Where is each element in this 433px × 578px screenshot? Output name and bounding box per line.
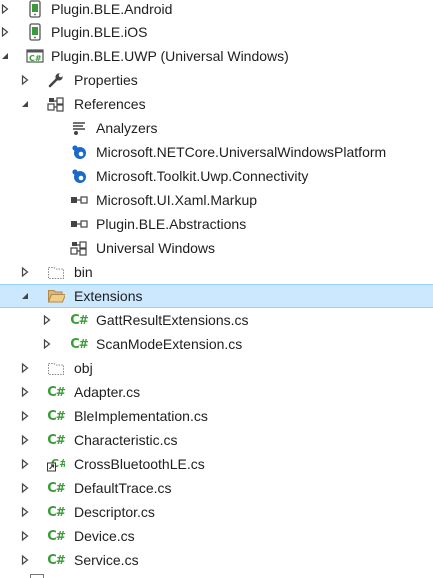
tree-node-gatt-result-extensions-file[interactable]: C # GattResultExtensions.cs [0, 308, 433, 332]
tree-node-plugin-ble-uwp[interactable]: C# Plugin.BLE.UWP (Universal Windows) [0, 44, 433, 68]
tree-node-extensions-folder[interactable]: Extensions [0, 284, 433, 308]
tree-node-label: Properties [74, 72, 138, 88]
nuget-package-icon [70, 143, 88, 161]
tree-node-plugin-ble-abstractions-reference[interactable]: Plugin.BLE.Abstractions [0, 212, 433, 236]
tree-node-scan-mode-extension-file[interactable]: C # ScanModeExtension.cs [0, 332, 433, 356]
tree-node-label: Microsoft.NETCore.UniversalWindowsPlatfo… [96, 144, 387, 160]
tree-node-label: Characteristic.cs [74, 432, 178, 448]
expand-collapsed-icon[interactable] [20, 404, 30, 428]
tree-node-toolkit-connectivity-package[interactable]: Microsoft.Toolkit.Uwp.Connectivity [0, 164, 433, 188]
csharp-file-icon: C # [70, 312, 89, 328]
expand-collapsed-icon[interactable] [20, 524, 30, 548]
assembly-reference-icon [70, 215, 88, 233]
csharp-project-icon: C# [26, 47, 44, 65]
expand-collapsed-icon[interactable] [0, 0, 10, 21]
expand-collapsed-icon[interactable] [42, 308, 52, 332]
csharp-file-icon: C # [70, 336, 89, 352]
tree-node-bin-folder[interactable]: bin [0, 260, 433, 284]
tree-node-label: Analyzers [96, 120, 158, 136]
partial-next-item-icon [30, 574, 44, 578]
csharp-file-icon: C # [47, 384, 66, 400]
expand-collapsed-icon[interactable] [20, 452, 30, 476]
expand-collapsed-icon[interactable] [20, 260, 30, 284]
csharp-file-icon: C # [47, 432, 66, 448]
assembly-reference-icon [70, 191, 88, 209]
ios-project-icon [26, 23, 44, 41]
folder-hidden-icon [47, 359, 65, 377]
tree-node-label: Microsoft.Toolkit.Uwp.Connectivity [96, 168, 309, 184]
folder-open-icon [47, 287, 65, 305]
expand-collapsed-icon[interactable] [20, 68, 30, 92]
tree-node-obj-folder[interactable]: obj [0, 356, 433, 380]
references-icon [47, 95, 65, 113]
tree-node-label: BleImplementation.cs [74, 408, 208, 424]
expand-collapsed-icon[interactable] [20, 428, 30, 452]
tree-node-device-file[interactable]: C # Device.cs [0, 524, 433, 548]
tree-node-label: Plugin.BLE.Android [51, 1, 173, 17]
csharp-file-icon: C # [47, 480, 66, 496]
tree-node-label: Plugin.BLE.iOS [51, 24, 148, 40]
tree-node-universal-windows-reference[interactable]: Universal Windows [0, 236, 433, 260]
tree-node-label: Plugin.BLE.UWP (Universal Windows) [51, 48, 289, 64]
expand-expanded-icon[interactable] [20, 284, 30, 308]
folder-hidden-icon [47, 263, 65, 281]
tree-node-cross-bluetooth-le-file[interactable]: C# CrossBluetoothLE.cs [0, 452, 433, 476]
tree-node-label: Extensions [74, 288, 143, 304]
tree-node-default-trace-file[interactable]: C # DefaultTrace.cs [0, 476, 433, 500]
expand-collapsed-icon[interactable] [20, 548, 30, 572]
tree-node-label: DefaultTrace.cs [74, 480, 172, 496]
tree-node-plugin-ble-ios[interactable]: Plugin.BLE.iOS [0, 20, 433, 44]
tree-node-label: Microsoft.UI.Xaml.Markup [96, 192, 258, 208]
expand-collapsed-icon[interactable] [20, 500, 30, 524]
expand-collapsed-icon[interactable] [20, 476, 30, 500]
tree-node-plugin-ble-android[interactable]: Plugin.BLE.Android [0, 0, 433, 21]
expand-expanded-icon[interactable] [20, 92, 30, 116]
analyzers-icon [70, 119, 88, 137]
tree-node-label: CrossBluetoothLE.cs [74, 456, 205, 472]
tree-node-ui-xaml-markup-reference[interactable]: Microsoft.UI.Xaml.Markup [0, 188, 433, 212]
tree-node-label: bin [74, 264, 93, 280]
references-icon [70, 239, 88, 257]
expand-collapsed-icon[interactable] [20, 380, 30, 404]
csharp-file-icon: C # [47, 552, 66, 568]
tree-node-label: Adapter.cs [74, 384, 141, 400]
tree-node-label: Universal Windows [96, 240, 216, 256]
csharp-file-icon: C # [47, 504, 66, 520]
tree-node-ble-implementation-file[interactable]: C # BleImplementation.cs [0, 404, 433, 428]
tree-node-properties[interactable]: Properties [0, 68, 433, 92]
tree-node-adapter-file[interactable]: C # Adapter.cs [0, 380, 433, 404]
tree-node-label: Device.cs [74, 528, 135, 544]
csharp-file-icon: C # [47, 528, 66, 544]
expand-collapsed-icon[interactable] [42, 332, 52, 356]
tree-node-label: References [74, 96, 146, 112]
expand-collapsed-icon[interactable] [20, 356, 30, 380]
csharp-file-icon: C # [47, 408, 66, 424]
tree-node-label: Descriptor.cs [74, 504, 155, 520]
svg-text:C#: C# [29, 54, 42, 63]
solution-explorer-tree: Plugin.BLE.Android Plugin.BLE.iOS C# Plu… [0, 0, 433, 578]
android-project-icon [26, 0, 44, 18]
tree-node-label: Service.cs [74, 552, 139, 568]
tree-node-characteristic-file[interactable]: C # Characteristic.cs [0, 428, 433, 452]
tree-node-netcore-uwp-package[interactable]: Microsoft.NETCore.UniversalWindowsPlatfo… [0, 140, 433, 164]
tree-node-references[interactable]: References [0, 92, 433, 116]
tree-node-label: ScanModeExtension.cs [96, 336, 243, 352]
wrench-icon [47, 71, 65, 89]
tree-node-label: obj [74, 360, 93, 376]
tree-node-service-file[interactable]: C # Service.cs [0, 548, 433, 572]
tree-node-label: GattResultExtensions.cs [96, 312, 249, 328]
expand-collapsed-icon[interactable] [0, 20, 10, 44]
csharp-file-shortcut-icon: C# [47, 455, 65, 473]
tree-node-descriptor-file[interactable]: C # Descriptor.cs [0, 500, 433, 524]
tree-node-label: Plugin.BLE.Abstractions [96, 216, 247, 232]
tree-node-analyzers[interactable]: Analyzers [0, 116, 433, 140]
expand-expanded-icon[interactable] [0, 44, 10, 68]
nuget-package-icon [70, 167, 88, 185]
